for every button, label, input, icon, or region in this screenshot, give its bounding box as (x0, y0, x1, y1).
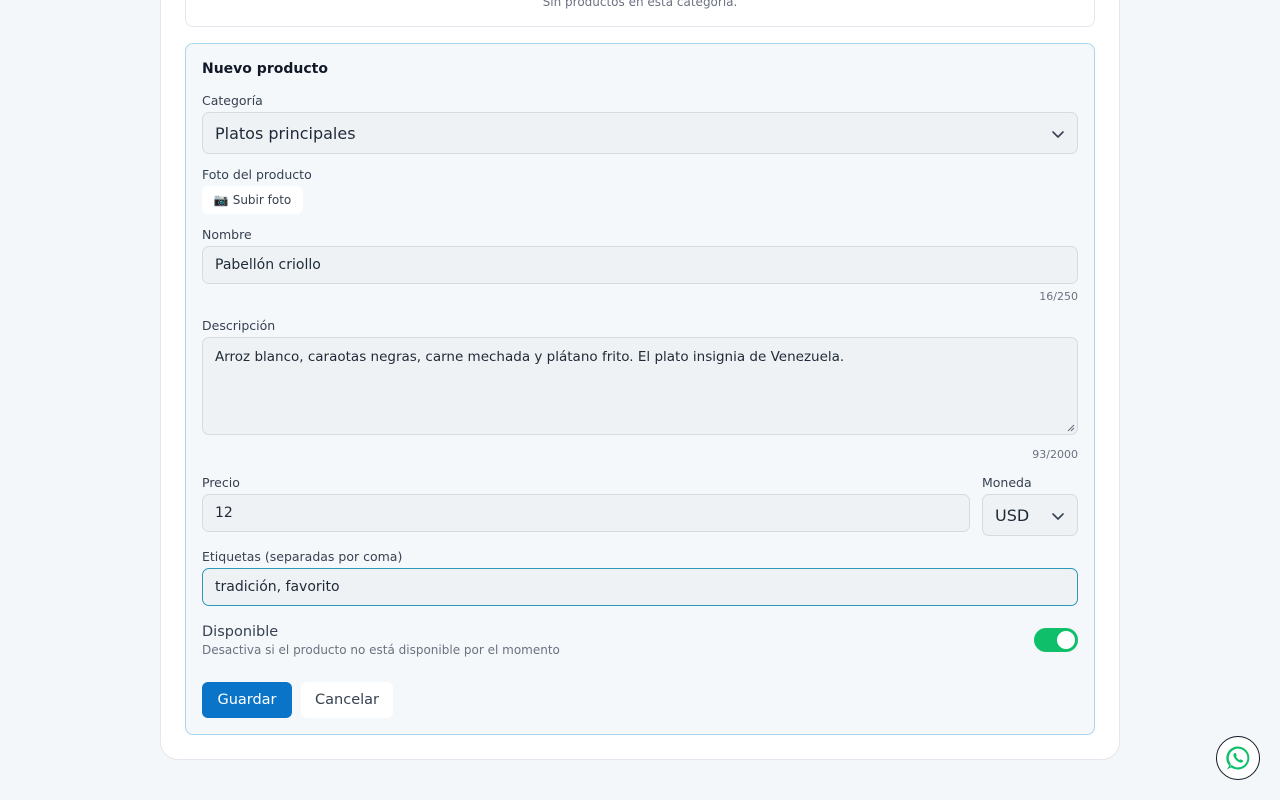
tags-label: Etiquetas (separadas por coma) (202, 549, 403, 564)
camera-icon: 📷 (213, 193, 229, 207)
category-empty-card: Sin productos en esta categoría. (185, 0, 1095, 27)
available-hint: Desactiva si el producto no está disponi… (202, 643, 560, 657)
chevron-down-icon (1052, 513, 1064, 520)
save-button[interactable]: Guardar (202, 682, 292, 718)
whatsapp-button[interactable] (1216, 736, 1260, 780)
toggle-knob (1057, 631, 1075, 649)
name-input[interactable]: Pabellón criollo (202, 246, 1078, 284)
currency-label: Moneda (982, 475, 1032, 490)
description-value: Arroz blanco, caraotas negras, carne mec… (215, 349, 845, 365)
photo-label: Foto del producto (202, 167, 312, 182)
name-input-value: Pabellón criollo (215, 257, 321, 273)
upload-photo-button[interactable]: 📷 Subir foto (202, 186, 303, 214)
chevron-down-icon (1052, 131, 1064, 138)
form-title: Nuevo producto (202, 61, 328, 77)
description-counter: 93/2000 (1032, 448, 1078, 461)
price-input[interactable]: 12 (202, 494, 970, 532)
description-label: Descripción (202, 318, 276, 333)
available-toggle[interactable] (1034, 628, 1078, 652)
category-select[interactable]: Platos principales (202, 112, 1078, 154)
upload-photo-label: Subir foto (232, 193, 292, 207)
tags-input[interactable]: tradición, favorito (202, 568, 1078, 606)
empty-category-text: Sin productos en esta categoría. (542, 0, 738, 9)
price-label: Precio (202, 475, 240, 490)
currency-select-value: USD (995, 506, 1030, 525)
name-label: Nombre (202, 227, 252, 242)
category-select-value: Platos principales (215, 124, 356, 143)
price-input-value: 12 (215, 505, 233, 521)
new-product-form: Nuevo producto Categoría Platos principa… (185, 43, 1095, 735)
whatsapp-icon (1226, 746, 1250, 770)
category-label: Categoría (202, 93, 263, 108)
resize-grip-icon[interactable] (1067, 424, 1075, 432)
tags-input-value: tradición, favorito (215, 579, 340, 595)
description-textarea[interactable]: Arroz blanco, caraotas negras, carne mec… (202, 337, 1078, 435)
available-label: Disponible (202, 624, 279, 640)
name-counter: 16/250 (1039, 290, 1078, 303)
cancel-button[interactable]: Cancelar (301, 682, 393, 718)
currency-select[interactable]: USD (982, 494, 1078, 536)
